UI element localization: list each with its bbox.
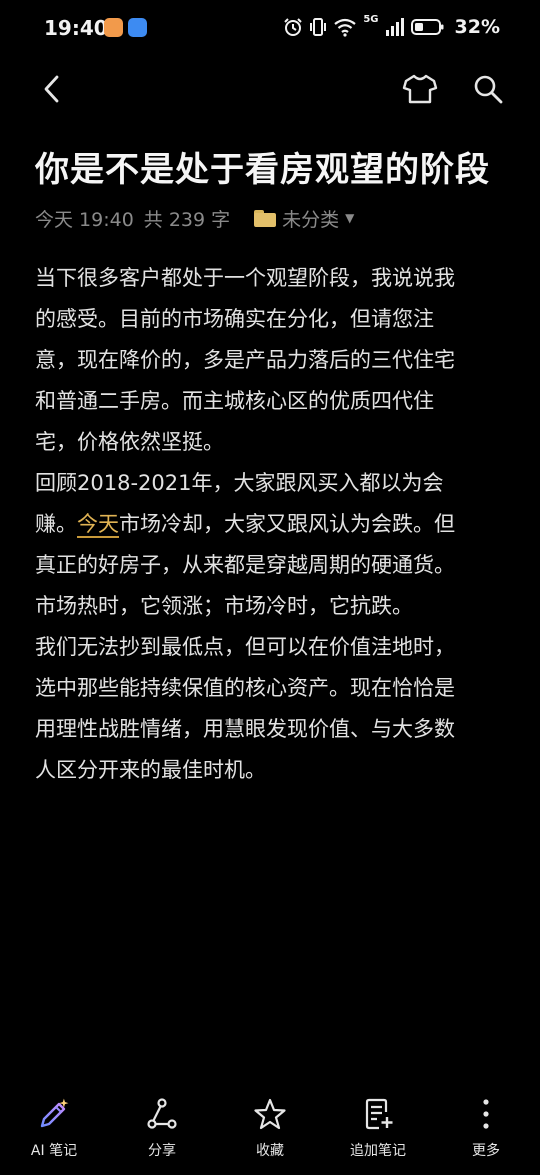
folder-selector[interactable]: 未分类 ▼	[254, 205, 354, 232]
bottom-toolbar: AI 笔记 分享 收藏 追加笔记 更多	[0, 1096, 540, 1166]
note-meta: 今天 19:40 共 239 字 未分类 ▼	[35, 204, 354, 232]
search-button[interactable]	[468, 68, 508, 110]
append-note-button[interactable]: 追加笔记	[328, 1096, 428, 1160]
vibrate-icon	[310, 18, 327, 36]
body-line: 真正的好房子，从来都是穿越周期的硬通货。	[35, 553, 455, 577]
note-word-count: 共 239 字	[143, 208, 231, 231]
body-line: 选中那些能持续保值的核心资产。现在恰恰是	[35, 676, 455, 700]
signal-icon	[385, 18, 404, 36]
ai-note-button[interactable]: AI 笔记	[4, 1096, 104, 1160]
more-button[interactable]: 更多	[436, 1096, 536, 1160]
alarm-icon	[284, 18, 303, 36]
note-add-icon	[365, 1098, 393, 1130]
status-indicators: 5G 32%	[283, 14, 500, 38]
append-note-label: 追加笔记	[350, 1143, 406, 1159]
status-time: 19:40	[44, 16, 108, 40]
app-notification-icon-2	[128, 18, 147, 37]
body-line: 市场热时，它领涨；市场冷时，它抗跌。	[35, 594, 413, 618]
app-notification-icon	[104, 18, 123, 37]
status-bar: 19:40 5G 32%	[0, 0, 540, 56]
body-line: 宅，价格依然坚挺。	[35, 430, 224, 454]
share-button[interactable]: 分享	[112, 1096, 212, 1160]
folder-icon	[254, 209, 277, 227]
network-type: 5G	[363, 14, 379, 25]
body-line: 我们无法抄到最低点，但可以在价值洼地时，	[35, 635, 455, 659]
body-line: 和普通二手房。而主城核心区的优质四代住	[35, 389, 434, 413]
search-icon	[474, 75, 503, 104]
folder-label: 未分类	[282, 208, 340, 231]
highlighted-word[interactable]: 今天	[77, 512, 119, 538]
share-icon	[147, 1098, 177, 1129]
share-label: 分享	[148, 1143, 176, 1159]
more-vertical-icon	[483, 1099, 489, 1129]
body-line: 的感受。目前的市场确实在分化，但请您注	[35, 307, 434, 331]
body-line: 意，现在降价的，多是产品力落后的三代住宅	[35, 348, 455, 372]
body-text: 市场冷却，大家又跟风认为会跌。但	[119, 512, 455, 536]
favorite-label: 收藏	[256, 1143, 284, 1159]
body-text: 赚。	[35, 512, 77, 536]
favorite-button[interactable]: 收藏	[220, 1096, 320, 1160]
ai-note-label: AI 笔记	[30, 1143, 78, 1159]
note-date: 今天 19:40	[35, 208, 134, 231]
tshirt-icon	[402, 74, 438, 104]
note-body[interactable]: 当下很多客户都处于一个观望阶段，我说说我 的感受。目前的市场确实在分化，但请您注…	[35, 258, 507, 791]
body-line: 当下很多客户都处于一个观望阶段，我说说我	[35, 266, 455, 290]
body-line: 回顾2018-2021年，大家跟风买入都以为会	[35, 471, 444, 495]
body-line: 赚。今天市场冷却，大家又跟风认为会跌。但	[35, 504, 507, 545]
battery-percent: 32%	[454, 16, 500, 38]
star-icon	[254, 1098, 286, 1130]
battery-icon	[410, 19, 444, 35]
more-label: 更多	[472, 1143, 500, 1159]
body-line: 人区分开来的最佳时机。	[35, 758, 266, 782]
body-line: 用理性战胜情绪，用慧眼发现价值、与大多数	[35, 717, 455, 741]
ai-pen-icon	[40, 1098, 69, 1128]
top-toolbar	[0, 66, 540, 114]
back-button[interactable]	[34, 66, 70, 112]
caret-down-icon: ▼	[345, 211, 355, 225]
wifi-icon	[334, 18, 357, 37]
chevron-left-icon	[44, 75, 59, 103]
theme-button[interactable]	[400, 68, 440, 110]
note-title[interactable]: 你是不是处于看房观望的阶段	[35, 142, 515, 191]
note-detail-screen: 19:40 5G 32% 你是不是处于看房观望的阶段 今天 19:40 共 23…	[0, 0, 540, 1175]
